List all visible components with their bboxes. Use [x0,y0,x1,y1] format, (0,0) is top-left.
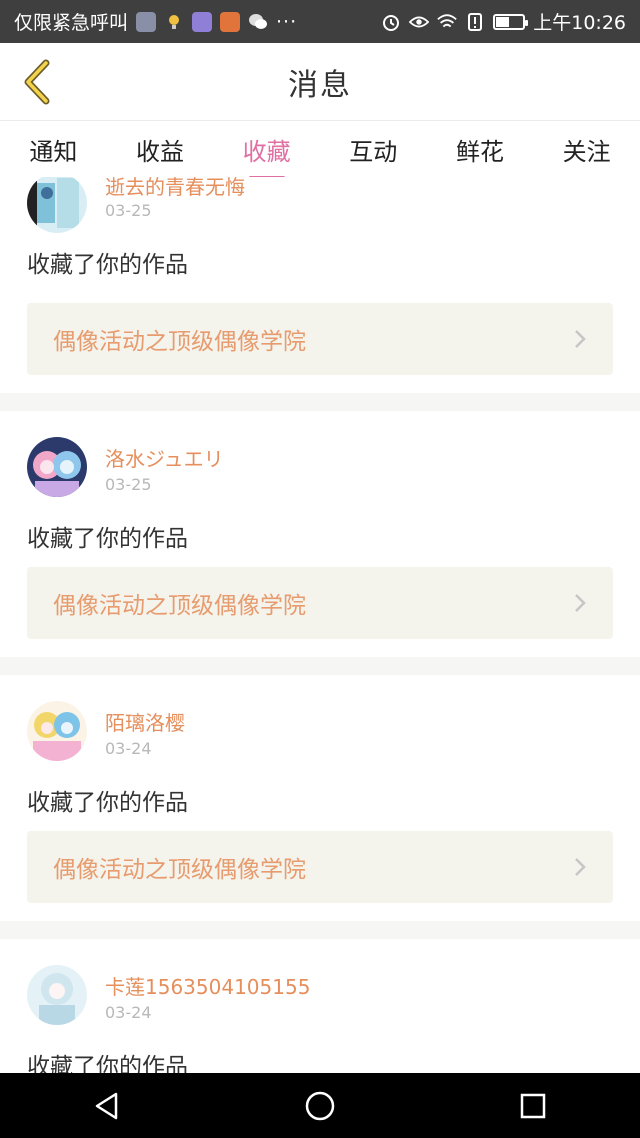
work-link[interactable]: 偶像活动之顶级偶像学院 [27,567,613,639]
tab-interactions[interactable]: 互动 [343,128,403,171]
username[interactable]: 逝去的青春无悔 [105,177,245,200]
bulb-icon [164,12,184,32]
square-recents-icon [521,1093,546,1118]
music-icon [192,11,213,32]
work-link[interactable]: 偶像活动之顶级偶像学院 [27,831,613,903]
list-item: 卡莲1563504105155 03-24 收藏了你的作品 [0,939,640,1073]
app-icon-1 [136,11,157,32]
message-date: 03-24 [105,1003,152,1022]
tab-bar: 通知 收益 收藏 互动 鲜花 关注 [0,121,640,177]
work-title: 偶像活动之顶级偶像学院 [53,593,306,619]
action-text: 收藏了你的作品 [27,790,188,816]
message-date: 03-24 [105,739,152,758]
work-title: 偶像活动之顶级偶像学院 [53,329,306,355]
carrier-text: 仅限紧急呼叫 [14,12,129,34]
tab-flowers[interactable]: 鲜花 [450,128,510,171]
more-notifications-icon: ··· [276,10,298,33]
video-icon [220,11,241,32]
nav-recents-button[interactable] [501,1074,565,1138]
list-item: 陌璃洛樱 03-24 收藏了你的作品 偶像活动之顶级偶像学院 [0,675,640,921]
message-list[interactable]: 逝去的青春无悔 03-25 收藏了你的作品 偶像活动之顶级偶像学院 洛水ジュエリ… [0,177,640,1073]
clock-time: 上午10:26 [533,12,626,34]
work-link[interactable]: 偶像活动之顶级偶像学院 [27,303,613,375]
wifi-icon [437,12,457,32]
list-item: 洛水ジュエリ 03-25 收藏了你的作品 偶像活动之顶级偶像学院 [0,411,640,657]
sim-alert-icon [465,12,485,32]
chevron-left-icon [24,59,50,105]
header: 消息 [0,43,640,121]
avatar[interactable] [27,701,87,761]
action-text: 收藏了你的作品 [27,1054,188,1073]
username[interactable]: 洛水ジュエリ [105,443,224,472]
action-text: 收藏了你的作品 [27,526,188,552]
avatar[interactable] [27,965,87,1025]
tab-following[interactable]: 关注 [557,128,617,171]
avatar[interactable] [27,437,87,497]
wechat-icon [248,12,268,32]
username[interactable]: 陌璃洛樱 [105,707,185,736]
triangle-back-icon [95,1092,117,1119]
avatar[interactable] [27,177,87,233]
status-bar: 仅限紧急呼叫 ··· 上午10:26 [0,0,640,43]
chevron-right-icon [575,594,586,612]
back-button[interactable] [14,57,58,107]
eye-icon [409,12,430,32]
work-title: 偶像活动之顶级偶像学院 [53,857,306,883]
chevron-right-icon [575,330,586,348]
alarm-icon [381,12,401,32]
list-item: 逝去的青春无悔 03-25 收藏了你的作品 偶像活动之顶级偶像学院 [0,177,640,393]
message-date: 03-25 [105,201,152,220]
circle-home-icon [305,1091,335,1120]
message-date: 03-25 [105,475,152,494]
tab-notifications[interactable]: 通知 [23,128,83,171]
chevron-right-icon [575,858,586,876]
system-nav-bar [0,1073,640,1138]
nav-back-button[interactable] [75,1074,139,1138]
nav-home-button[interactable] [288,1074,352,1138]
action-text: 收藏了你的作品 [27,252,188,278]
tab-earnings[interactable]: 收益 [130,128,190,171]
username[interactable]: 卡莲1563504105155 [105,971,310,1000]
page-title: 消息 [288,67,352,103]
battery-icon [493,13,529,30]
tab-favorites[interactable]: 收藏 [237,128,297,171]
